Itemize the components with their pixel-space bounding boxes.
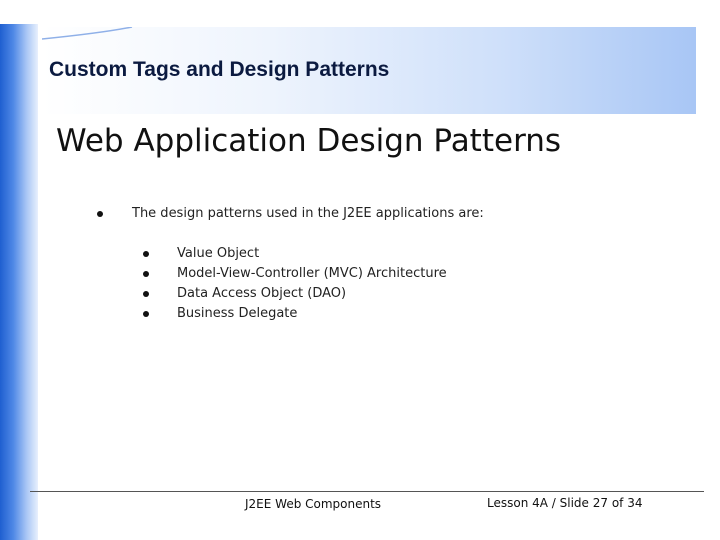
left-accent-bar — [0, 24, 38, 540]
sub-bullet-text: Data Access Object (DAO) — [177, 286, 347, 301]
sub-bullet-dot — [143, 271, 149, 277]
sub-bullet-text: Model-View-Controller (MVC) Architecture — [177, 266, 447, 281]
footer-course-label: J2EE Web Components — [245, 497, 382, 511]
slide-title: Web Application Design Patterns — [56, 123, 562, 159]
sub-bullet-dot — [143, 311, 149, 317]
bullet-dot — [97, 211, 103, 217]
sub-bullet-text: Value Object — [177, 246, 260, 261]
sub-bullet-dot — [143, 251, 149, 257]
header-title: Custom Tags and Design Patterns — [49, 58, 390, 81]
footer-slide-number: Lesson 4A / Slide 27 of 34 — [487, 496, 643, 510]
bullet-text: The design patterns used in the J2EE app… — [132, 206, 484, 221]
footer-divider — [30, 491, 704, 492]
sub-bullet-text: Business Delegate — [177, 306, 298, 321]
sub-bullet-dot — [143, 291, 149, 297]
